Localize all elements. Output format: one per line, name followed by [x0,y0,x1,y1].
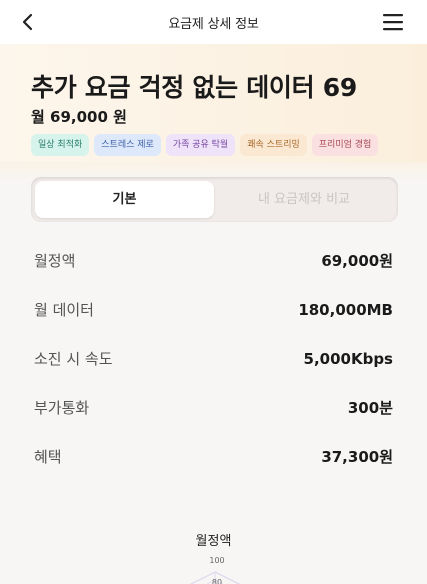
tag-streaming: 쾌속 스트리밍 [240,134,307,156]
radar-chart: 100 80 [189,556,241,584]
page-title: 요금제 상세 정보 [168,16,259,32]
hamburger-menu-icon[interactable] [383,13,403,31]
tab-compare[interactable]: 내 요금제와 비교 [214,181,394,218]
detail-value: 300분 [347,399,393,417]
tab-basic[interactable]: 기본 [35,181,214,218]
detail-row-monthly-fee: 월정액 69,000원 [34,236,393,285]
radar-tick-100: 100 [209,556,224,565]
plan-tags: 일상 최적화 스트레스 제로 가족 공유 탁월 쾌속 스트리밍 프리미엄 경험 [31,134,379,156]
radar-tick-80: 80 [212,578,222,584]
top-bar: 요금제 상세 정보 [0,0,427,44]
detail-row-throttle-speed: 소진 시 속도 5,000Kbps [34,334,393,383]
detail-label: 혜택 [34,448,62,466]
detail-value: 69,000원 [321,252,393,270]
tag-family-share: 가족 공유 탁월 [165,134,236,156]
tag-premium: 프리미엄 경험 [311,134,379,156]
detail-label: 소진 시 속도 [34,350,113,368]
plan-name: 추가 요금 걱정 없는 데이터 69 [31,73,357,102]
radar-axis-label: 월정액 [195,534,232,549]
detail-value: 5,000Kbps [303,349,393,368]
detail-row-voice: 부가통화 300분 [34,383,393,432]
tag-daily: 일상 최적화 [31,134,90,156]
plan-details-list: 월정액 69,000원 월 데이터 180,000MB 소진 시 속도 5,00… [34,236,393,481]
detail-row-benefits: 혜택 37,300원 [34,432,393,481]
plan-price: 월 69,000 원 [31,108,127,126]
detail-label: 부가통화 [34,399,90,417]
detail-value: 180,000MB [298,300,393,319]
tag-stress-zero: 스트레스 제로 [94,134,161,156]
detail-label: 월정액 [34,252,76,270]
detail-tabs: 기본 내 요금제와 비교 [31,177,398,222]
detail-value: 37,300원 [321,448,393,466]
detail-label: 월 데이터 [34,301,94,319]
detail-row-monthly-data: 월 데이터 180,000MB [34,285,393,334]
back-arrow-icon[interactable] [18,12,38,32]
